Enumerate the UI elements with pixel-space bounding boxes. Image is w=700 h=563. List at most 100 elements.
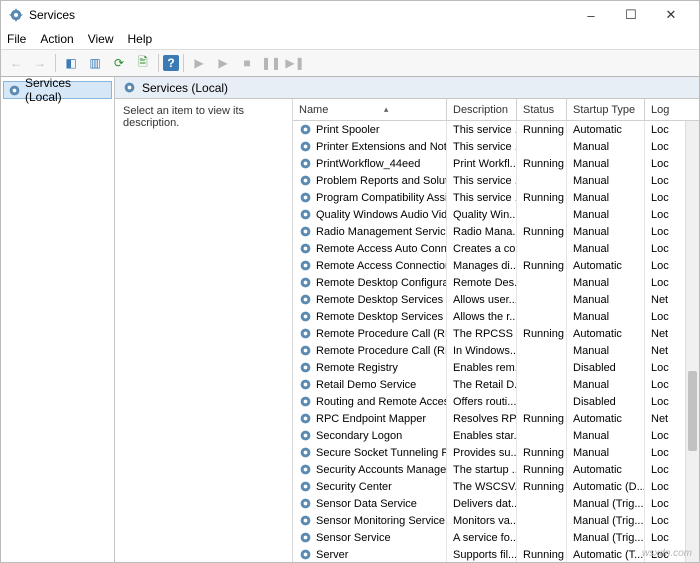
cell-startup-type: Manual — [567, 376, 645, 393]
list-row[interactable]: Security Accounts ManagerThe startup ...… — [293, 461, 699, 478]
menu-file[interactable]: File — [7, 32, 26, 46]
list-row[interactable]: Remote Access Connection...Manages di...… — [293, 257, 699, 274]
cell-status: Running — [517, 189, 567, 206]
gear-icon — [123, 81, 136, 94]
cell-startup-type: Manual — [567, 138, 645, 155]
watermark: wsxdn.com — [642, 548, 692, 559]
cell-description: Enables rem... — [447, 359, 517, 376]
main-header-label: Services (Local) — [142, 81, 228, 95]
gear-icon — [299, 361, 312, 374]
services-app-icon — [9, 8, 23, 22]
gear-icon — [299, 463, 312, 476]
service-name: Sensor Service — [316, 532, 391, 544]
scrollbar[interactable] — [685, 121, 699, 562]
tree-pane: Services (Local) — [1, 77, 115, 562]
list-row[interactable]: RPC Endpoint MapperResolves RP...Running… — [293, 410, 699, 427]
list-row[interactable]: Remote Procedure Call (RP...In Windows..… — [293, 342, 699, 359]
menu-action[interactable]: Action — [40, 32, 73, 46]
start-service-button[interactable]: ▶ — [188, 52, 210, 74]
list-row[interactable]: Sensor Monitoring ServiceMonitors va...M… — [293, 512, 699, 529]
list-row[interactable]: Problem Reports and Soluti...This servic… — [293, 172, 699, 189]
cell-description: This service ... — [447, 121, 517, 138]
service-name: Print Spooler — [316, 124, 380, 136]
gear-icon — [299, 174, 312, 187]
list-row[interactable]: Sensor Data ServiceDelivers dat...Manual… — [293, 495, 699, 512]
tree-item-services-local[interactable]: Services (Local) — [3, 81, 112, 99]
list-row[interactable]: Print SpoolerThis service ...RunningAuto… — [293, 121, 699, 138]
restart-service-button[interactable]: ▶❚ — [284, 52, 306, 74]
pause-service-button[interactable]: ❚❚ — [260, 52, 282, 74]
gear-icon — [299, 395, 312, 408]
cell-status: Running — [517, 461, 567, 478]
cell-status — [517, 427, 567, 444]
cell-log-on-as: Net — [645, 291, 675, 308]
list-row[interactable]: Secure Socket Tunneling Pr...Provides su… — [293, 444, 699, 461]
column-header-startup-type[interactable]: Startup Type — [567, 99, 645, 120]
column-header-name-label: Name — [299, 104, 328, 116]
service-name: Sensor Monitoring Service — [316, 515, 445, 527]
list-row[interactable]: Remote Desktop Configurat...Remote Des..… — [293, 274, 699, 291]
list-row[interactable]: Remote Procedure Call (RPC)The RPCSS ...… — [293, 325, 699, 342]
forward-button[interactable]: → — [29, 52, 51, 74]
list-row[interactable]: ServerSupports fil...RunningAutomatic (T… — [293, 546, 699, 562]
list-row[interactable]: Radio Management ServiceRadio Mana...Run… — [293, 223, 699, 240]
cell-log-on-as: Loc — [645, 478, 675, 495]
column-header-description[interactable]: Description — [447, 99, 517, 120]
list-row[interactable]: Security CenterThe WSCSV...RunningAutoma… — [293, 478, 699, 495]
help-button[interactable]: ? — [163, 55, 179, 71]
list-row[interactable]: Remote RegistryEnables rem...DisabledLoc — [293, 359, 699, 376]
list-row[interactable]: PrintWorkflow_44eedPrint Workfl...Runnin… — [293, 155, 699, 172]
column-header-name[interactable]: Name ▴ — [293, 99, 447, 120]
cell-description: This service ... — [447, 189, 517, 206]
service-name: Remote Access Connection... — [316, 260, 447, 272]
service-name: Security Center — [316, 481, 392, 493]
maximize-button[interactable]: ☐ — [611, 1, 651, 29]
column-header-status[interactable]: Status — [517, 99, 567, 120]
cell-log-on-as: Net — [645, 325, 675, 342]
minimize-button[interactable]: – — [571, 1, 611, 29]
list-row[interactable]: Printer Extensions and Notif...This serv… — [293, 138, 699, 155]
gear-icon — [299, 140, 312, 153]
cell-status: Running — [517, 546, 567, 562]
back-button[interactable]: ← — [5, 52, 27, 74]
cell-log-on-as: Loc — [645, 274, 675, 291]
list-row[interactable]: Remote Desktop Services U...Allows the r… — [293, 308, 699, 325]
menu-view[interactable]: View — [88, 32, 114, 46]
main-header: Services (Local) — [115, 77, 699, 99]
menu-help[interactable]: Help — [128, 32, 153, 46]
gear-icon — [8, 84, 21, 97]
list-body[interactable]: Print SpoolerThis service ...RunningAuto… — [293, 121, 699, 562]
stop-service-button[interactable]: ■ — [236, 52, 258, 74]
export-list-button[interactable]: 🖹 — [132, 52, 154, 74]
cell-description: Manages di... — [447, 257, 517, 274]
close-button[interactable]: ✕ — [651, 1, 691, 29]
list-row[interactable]: Routing and Remote AccessOffers routi...… — [293, 393, 699, 410]
cell-log-on-as: Loc — [645, 257, 675, 274]
refresh-button[interactable]: ⟳ — [108, 52, 130, 74]
layout-button[interactable]: ▥ — [84, 52, 106, 74]
service-name: Remote Procedure Call (RPC) — [316, 328, 447, 340]
list-row[interactable]: Retail Demo ServiceThe Retail D...Manual… — [293, 376, 699, 393]
column-header-log-on-as[interactable]: Log — [645, 99, 675, 120]
cell-description: This service ... — [447, 172, 517, 189]
list-row[interactable]: Sensor ServiceA service fo...Manual (Tri… — [293, 529, 699, 546]
cell-description: Allows the r... — [447, 308, 517, 325]
list-row[interactable]: Remote Access Auto Conne...Creates a co.… — [293, 240, 699, 257]
toolbar-separator — [158, 54, 159, 72]
list-row[interactable]: Remote Desktop ServicesAllows user...Man… — [293, 291, 699, 308]
list-row[interactable]: Secondary LogonEnables star...ManualLoc — [293, 427, 699, 444]
service-name: Retail Demo Service — [316, 379, 416, 391]
show-hide-tree-button[interactable]: ◧ — [60, 52, 82, 74]
cell-status: Running — [517, 444, 567, 461]
gear-icon — [299, 344, 312, 357]
scrollbar-thumb[interactable] — [688, 371, 697, 451]
cell-status — [517, 495, 567, 512]
service-name: Server — [316, 549, 348, 561]
service-name: Remote Registry — [316, 362, 398, 374]
list-row[interactable]: Quality Windows Audio Vid...Quality Win.… — [293, 206, 699, 223]
cell-description: A service fo... — [447, 529, 517, 546]
gear-icon — [299, 225, 312, 238]
list-row[interactable]: Program Compatibility Assi...This servic… — [293, 189, 699, 206]
cell-log-on-as: Loc — [645, 206, 675, 223]
play-button[interactable]: ▶ — [212, 52, 234, 74]
